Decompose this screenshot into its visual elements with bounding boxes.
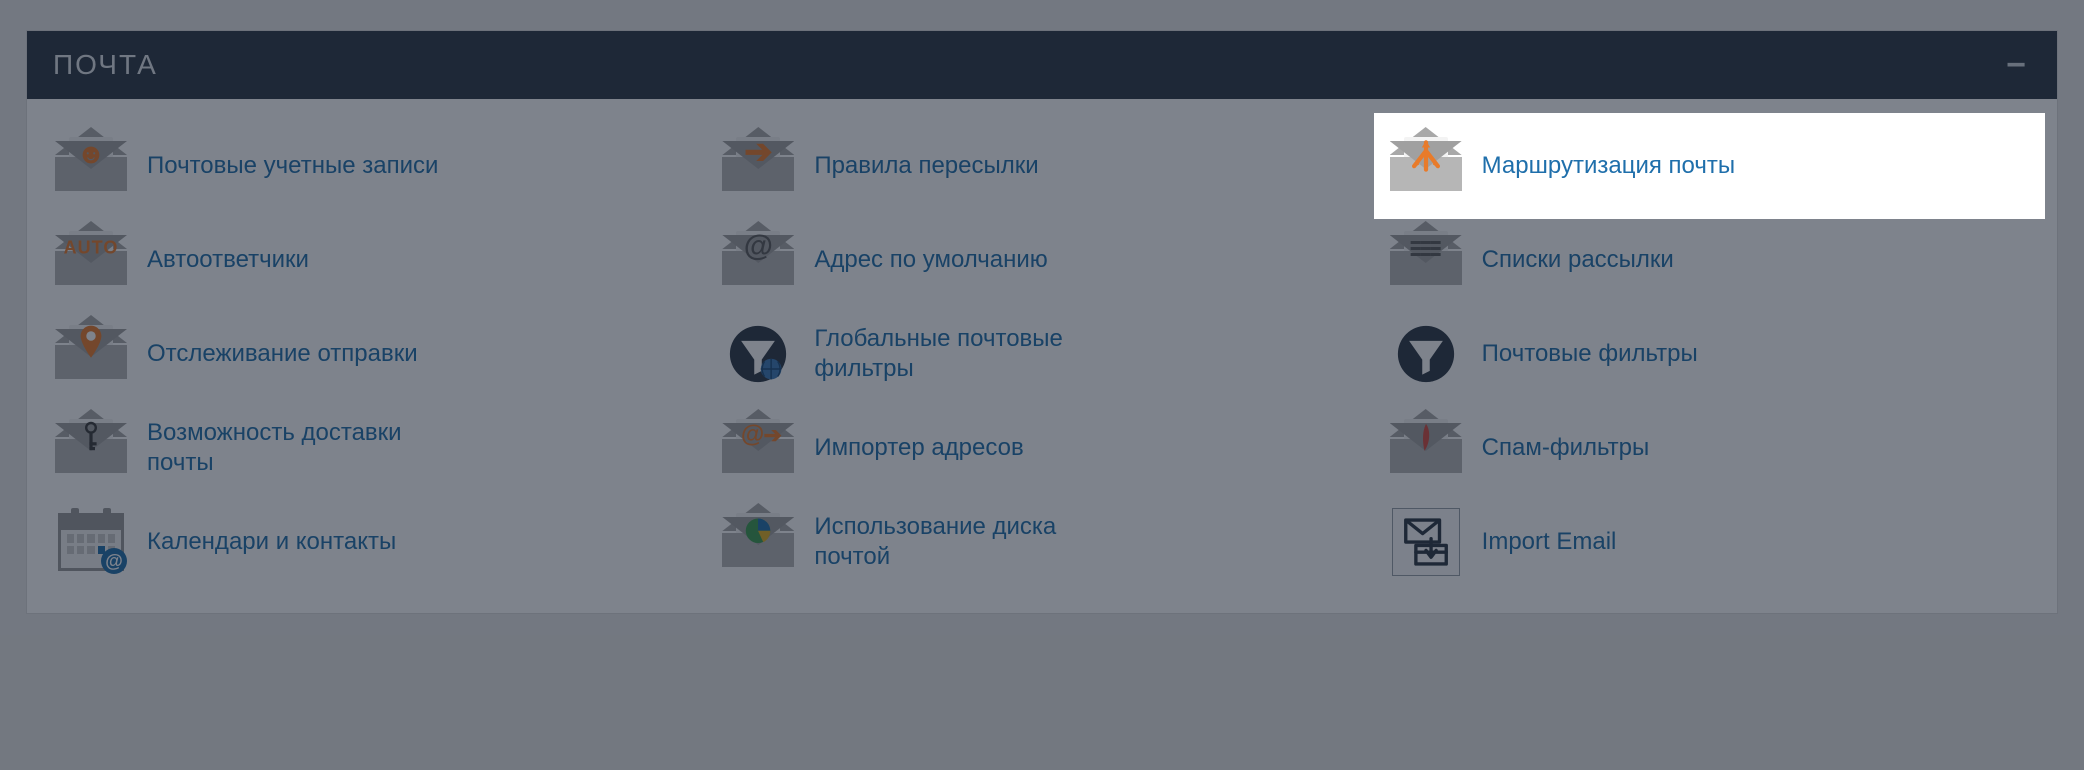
- import-email-icon: [1386, 510, 1466, 574]
- mail-item-autoresponders[interactable]: AUTO Автоответчики: [45, 213, 704, 307]
- panel-header[interactable]: ПОЧТА −: [27, 31, 2057, 99]
- track-delivery-icon: [51, 322, 131, 386]
- mail-item-email-filters[interactable]: Почтовые фильтры: [1380, 307, 2039, 401]
- mail-item-label: Почтовые фильтры: [1482, 339, 1698, 369]
- global-filters-icon: [718, 322, 798, 386]
- mail-item-label: Отслеживание отправки: [147, 339, 418, 369]
- autoresponders-icon: AUTO: [51, 228, 131, 292]
- mail-item-default-address[interactable]: @ Адрес по умолчанию: [712, 213, 1371, 307]
- mail-item-calendars-contacts[interactable]: @ Календари и контакты: [45, 495, 704, 589]
- deliverability-icon: [51, 416, 131, 480]
- mail-item-label: Почтовые учетные записи: [147, 151, 438, 181]
- default-address-icon: @: [718, 228, 798, 292]
- mail-item-label: Спам-фильтры: [1482, 433, 1650, 463]
- mail-item-label: Импортер адресов: [814, 433, 1023, 463]
- mail-item-label: Маршрутизация почты: [1482, 151, 1735, 181]
- mail-item-label: Глобальные почтовые фильтры: [814, 324, 1134, 384]
- mail-item-global-filters[interactable]: Глобальные почтовые фильтры: [712, 307, 1371, 401]
- panel-title: ПОЧТА: [53, 49, 158, 81]
- mail-item-email-routing[interactable]: Маршрутизация почты: [1380, 119, 2039, 213]
- mail-item-address-importer[interactable]: @➔ Импортер адресов: [712, 401, 1371, 495]
- calendars-contacts-icon: @: [51, 510, 131, 574]
- mailing-lists-icon: ▬▬▬▬▬▬▬▬▬: [1386, 228, 1466, 292]
- address-importer-icon: @➔: [718, 416, 798, 480]
- mail-item-spam-filters[interactable]: Спам-фильтры: [1380, 401, 2039, 495]
- mail-item-label: Возможность доставки почты: [147, 418, 467, 478]
- mail-item-deliverability[interactable]: Возможность доставки почты: [45, 401, 704, 495]
- mail-item-email-accounts[interactable]: ☻ Почтовые учетные записи: [45, 119, 704, 213]
- mail-item-email-disk-usage[interactable]: Использование диска почтой: [712, 495, 1371, 589]
- spam-filters-icon: [1386, 416, 1466, 480]
- collapse-icon[interactable]: −: [2003, 51, 2031, 79]
- mail-item-label: Правила пересылки: [814, 151, 1038, 181]
- mail-item-label: Списки рассылки: [1482, 245, 1674, 275]
- forwarders-icon: ➔: [718, 134, 798, 198]
- panel-body: ☻ Почтовые учетные записи ➔ Правила пере…: [27, 99, 2057, 613]
- mail-panel: ПОЧТА − ☻ Почтовые учетные записи ➔ Прав…: [26, 30, 2058, 614]
- email-disk-usage-icon: [718, 510, 798, 574]
- mail-item-label: Использование диска почтой: [814, 512, 1134, 572]
- mail-item-label: Import Email: [1482, 527, 1617, 557]
- email-routing-icon: [1386, 134, 1466, 198]
- email-filters-icon: [1386, 322, 1466, 386]
- mail-item-import-email[interactable]: Import Email: [1380, 495, 2039, 589]
- mail-item-label: Календари и контакты: [147, 527, 396, 557]
- mail-item-label: Адрес по умолчанию: [814, 245, 1047, 275]
- mail-item-label: Автоответчики: [147, 245, 309, 275]
- email-accounts-icon: ☻: [51, 134, 131, 198]
- mail-item-track-delivery[interactable]: Отслеживание отправки: [45, 307, 704, 401]
- mail-item-mailing-lists[interactable]: ▬▬▬▬▬▬▬▬▬ Списки рассылки: [1380, 213, 2039, 307]
- mail-item-forwarders[interactable]: ➔ Правила пересылки: [712, 119, 1371, 213]
